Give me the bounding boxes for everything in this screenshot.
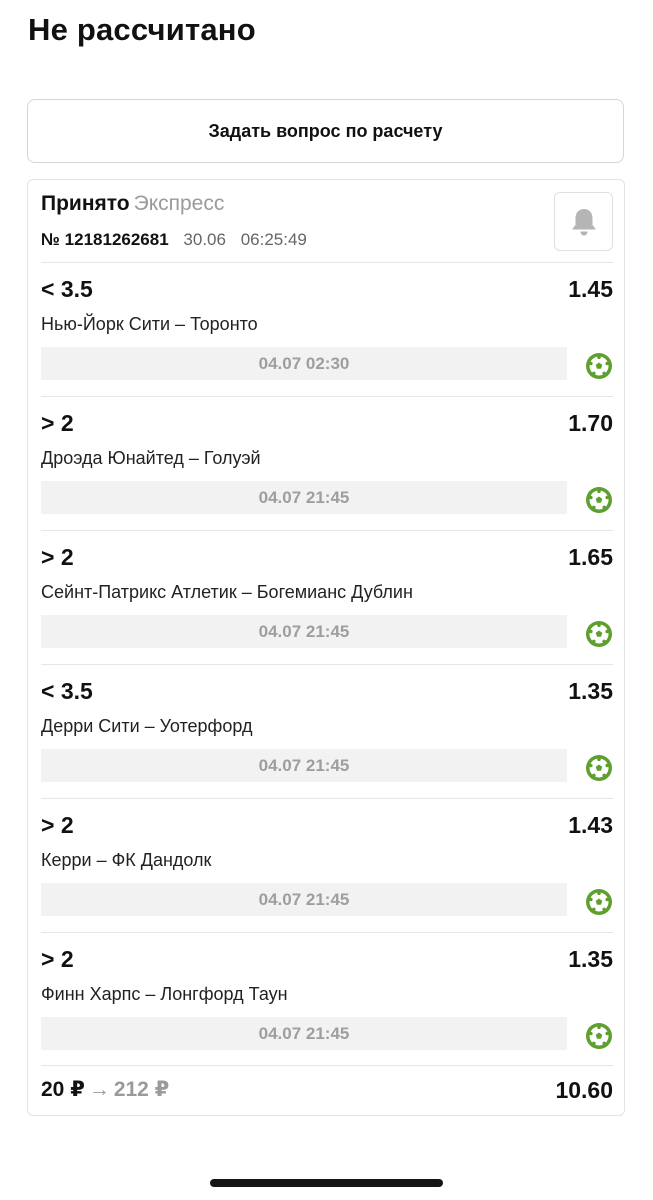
event-line: > 2 [41, 946, 74, 972]
event-item[interactable]: > 2 1.43 Керри – ФК Дандолк 04.07 21:45 [41, 812, 613, 946]
event-line: > 2 [41, 812, 74, 838]
event-item[interactable]: < 3.5 1.35 Дерри Сити – Уотерфорд 04.07 21:… [41, 678, 613, 812]
event-item[interactable]: > 2 1.65 Сейнт-Патрикс Атлетик – Богемианс… [41, 544, 613, 678]
football-icon [585, 486, 613, 514]
event-datetime: 04.07 21:45 [41, 615, 567, 648]
bell-icon [571, 208, 596, 235]
divider [41, 396, 613, 397]
event-item[interactable]: < 3.5 1.45 Нью-Йорк Сити – Торонто 04.07 02… [41, 276, 613, 410]
bet-date: 30.06 [183, 230, 226, 249]
event-teams: Дерри Сити – Уотерфорд [41, 716, 253, 736]
event-teams: Сейнт-Патрикс Атлетик – Богемианс Дублин [41, 582, 413, 602]
bet-number: № 12181262681 [41, 230, 169, 249]
bet-type: Экспресс [133, 192, 225, 215]
event-coefficient: 1.35 [568, 946, 613, 972]
event-datetime: 04.07 02:30 [41, 347, 567, 380]
event-item[interactable]: > 2 1.35 Финн Харпс – Лонгфорд Таун 04.07 2… [41, 946, 613, 1080]
event-coefficient: 1.35 [568, 678, 613, 704]
event-teams: Дроэда Юнайтед – Голуэй [41, 448, 261, 468]
event-line: < 3.5 [41, 678, 93, 704]
event-item[interactable]: > 2 1.70 Дроэда Юнайтед – Голуэй 04.07 21:4… [41, 410, 613, 544]
event-datetime: 04.07 21:45 [41, 883, 567, 916]
event-teams: Финн Харпс – Лонгфорд Таун [41, 984, 288, 1004]
event-line: > 2 [41, 544, 74, 570]
event-teams: Нью-Йорк Сити – Торонто [41, 314, 258, 334]
total-coefficient: 10.60 [555, 1077, 613, 1103]
event-coefficient: 1.43 [568, 812, 613, 838]
divider [41, 932, 613, 933]
event-line: < 3.5 [41, 276, 93, 302]
home-indicator[interactable] [210, 1179, 443, 1187]
event-line: > 2 [41, 410, 74, 436]
notification-button[interactable] [554, 192, 613, 251]
ask-question-button[interactable]: Задать вопрос по расчету [27, 99, 624, 163]
bet-meta: № 12181262681 30.06 06:25:49 [41, 230, 307, 250]
bet-card: Принято Экспресс № 12181262681 30.06 06:2… [27, 179, 625, 1116]
bet-status-label: Принято [41, 192, 130, 215]
event-teams: Керри – ФК Дандолк [41, 850, 212, 870]
page-title: Не рассчитано [28, 12, 256, 47]
divider [41, 262, 613, 263]
event-datetime: 04.07 21:45 [41, 749, 567, 782]
payout-value: 212 ₽ [113, 1078, 170, 1101]
divider [41, 664, 613, 665]
bet-header: Принято Экспресс № 12181262681 30.06 06:2… [41, 192, 613, 262]
football-icon [585, 352, 613, 380]
football-icon [585, 754, 613, 782]
arrow-icon: → [88, 1078, 110, 1101]
event-coefficient: 1.65 [568, 544, 613, 570]
event-coefficient: 1.70 [568, 410, 613, 436]
bet-status: Принято Экспресс [41, 192, 224, 216]
event-datetime: 04.07 21:45 [41, 1017, 567, 1050]
divider [41, 798, 613, 799]
bet-time: 06:25:49 [240, 230, 307, 249]
stake-value: 20 ₽ [41, 1078, 85, 1101]
event-datetime: 04.07 21:45 [41, 481, 567, 514]
divider [41, 530, 613, 531]
football-icon [585, 1022, 613, 1050]
event-coefficient: 1.45 [568, 276, 613, 302]
divider [41, 1065, 613, 1066]
football-icon [585, 620, 613, 648]
stake-amount: 20 ₽ → 212 ₽ [41, 1077, 169, 1102]
football-icon [585, 888, 613, 916]
bet-footer: 20 ₽ → 212 ₽ 10.60 [41, 1077, 613, 1107]
